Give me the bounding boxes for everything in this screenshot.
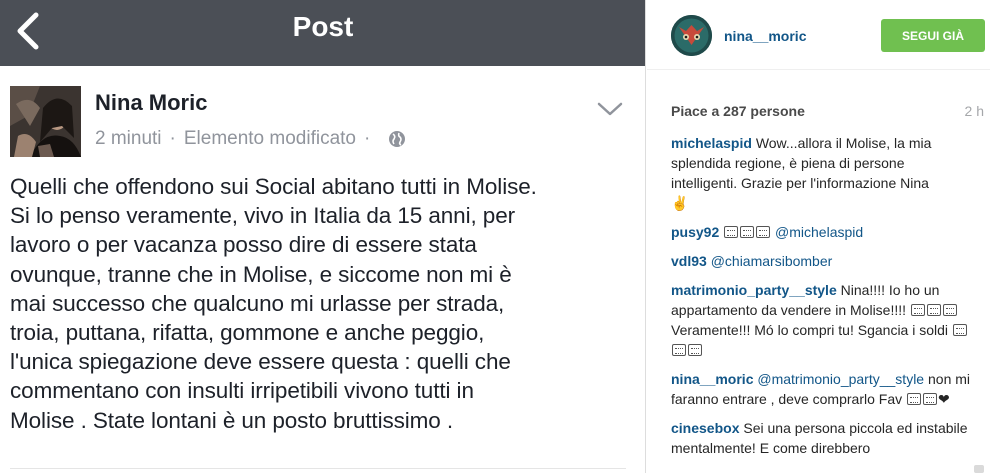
time-ago: 2 h — [964, 103, 984, 119]
comment-username[interactable]: cinesebox — [671, 420, 739, 436]
scrollbar[interactable] — [974, 465, 984, 473]
comment-item: nina__moric @matrimonio_party__style non… — [671, 369, 971, 409]
comment-item: cinesebox Sei una persona piccola ed ins… — [671, 418, 971, 458]
comment-username[interactable]: matrimonio_party__style — [671, 282, 837, 298]
comment-username[interactable]: nina__moric — [671, 371, 753, 387]
comment-username[interactable]: michelaspid — [671, 135, 752, 151]
comment-mention[interactable]: @matrimonio_party__style — [757, 371, 924, 387]
comment-item: vdl93 @chiamarsibomber — [671, 251, 971, 271]
emoji-glyph — [926, 304, 941, 316]
emoji-glyph — [672, 344, 686, 356]
profile-avatar[interactable] — [671, 15, 712, 56]
comment-item: michelaspid Wow...allora il Molise, la m… — [671, 133, 971, 213]
profile-username[interactable]: nina__moric — [724, 28, 806, 44]
profile-header: nina__moric SEGUI GIÀ — [647, 0, 990, 70]
comment-username[interactable]: pusy92 — [671, 224, 719, 240]
post-text: Quelli che offendono sui Social abitano … — [10, 174, 537, 433]
comment-item: pusy92 @michelaspid — [671, 222, 971, 242]
edited-label[interactable]: Elemento modificato — [184, 128, 356, 150]
top-bar: Post — [0, 0, 645, 66]
emoji-glyph — [740, 226, 755, 238]
post-meta: 2 minuti · Elemento modificato · — [95, 128, 406, 150]
globe-icon — [388, 130, 406, 148]
comment-text: Veramente!!! Mó lo compri tu! Sgancia i … — [671, 322, 949, 338]
emoji-glyph — [724, 226, 739, 238]
divider — [10, 468, 626, 469]
emoji-glyph — [923, 393, 938, 405]
victory-hand-emoji: ✌ — [671, 195, 689, 211]
emoji-glyph — [910, 304, 925, 316]
emoji-glyph — [907, 393, 922, 405]
emoji-glyph — [952, 324, 967, 336]
post-card: Nina Moric 2 minuti · Elemento modificat… — [0, 66, 645, 473]
emoji-glyph — [688, 344, 702, 356]
comment-username[interactable]: vdl93 — [671, 253, 707, 269]
meta-separator: · — [169, 128, 176, 149]
likes-count[interactable]: Piace a 287 persone — [671, 103, 805, 119]
comment-mention[interactable]: @michelaspid — [775, 224, 863, 240]
author-avatar[interactable] — [10, 86, 81, 157]
comment-mention[interactable]: @chiamarsibomber — [711, 253, 833, 269]
instagram-panel: nina__moric SEGUI GIÀ Piace a 287 person… — [647, 0, 990, 473]
heart-emoji: ❤ — [938, 391, 950, 407]
comment-item: matrimonio_party__style Nina!!!! Io ho u… — [671, 280, 971, 360]
facebook-post-screen: Post Nina Moric 2 minuti · Elemento modi… — [0, 0, 646, 473]
comment-list: michelaspid Wow...allora il Molise, la m… — [671, 133, 971, 467]
emoji-glyph — [756, 226, 771, 238]
author-name[interactable]: Nina Moric — [95, 90, 207, 116]
emoji-glyph — [942, 304, 957, 316]
follow-button[interactable]: SEGUI GIÀ — [881, 19, 985, 52]
meta-separator: · — [364, 128, 371, 149]
page-title: Post — [292, 11, 354, 42]
chevron-down-icon[interactable] — [597, 100, 623, 118]
post-time[interactable]: 2 minuti — [95, 128, 162, 150]
